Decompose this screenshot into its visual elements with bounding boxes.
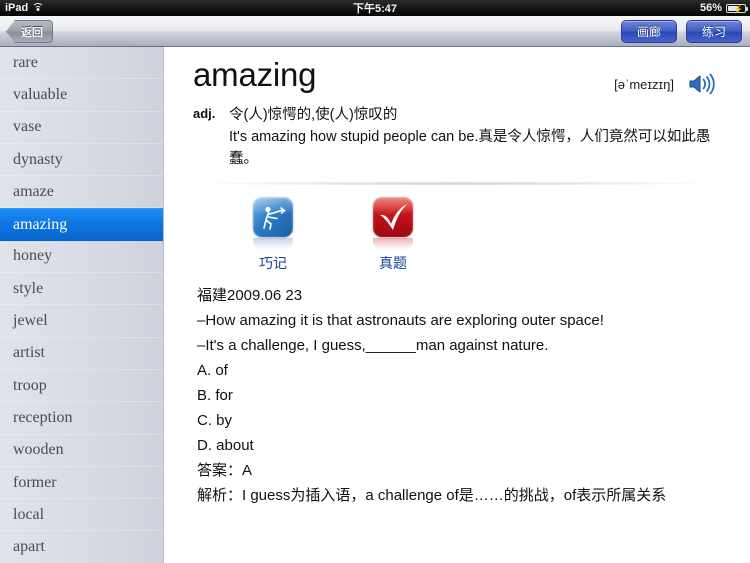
battery-charging-icon: ⚡ xyxy=(726,3,748,14)
status-bar-clock: 下午5:47 xyxy=(352,3,398,15)
battery-percent: 56% xyxy=(699,2,722,14)
sidebar-item-valuable[interactable]: valuable xyxy=(0,79,163,112)
status-bar: iPad 下午5:47 56% ⚡ xyxy=(0,0,750,16)
sidebar-item-label: amaze xyxy=(13,182,54,200)
icon-button-row: 巧记 真题 xyxy=(165,197,750,273)
sidebar-item-rare[interactable]: rare xyxy=(0,47,163,80)
definition-example: It's amazing how stupid people can be.真是… xyxy=(229,129,711,167)
sidebar-item-label: dynasty xyxy=(13,150,63,168)
sidebar-item-style[interactable]: style xyxy=(0,273,163,306)
sidebar-item-label: troop xyxy=(13,376,47,394)
sidebar-item-label: rare xyxy=(13,53,38,71)
back-button[interactable]: 返回 xyxy=(6,20,53,43)
sidebar-item-label: wooden xyxy=(13,441,64,459)
checkmark-icon xyxy=(373,197,413,237)
toolbar-actions: 画廊 练习 xyxy=(621,20,742,43)
sidebar-item-honey[interactable]: honey xyxy=(0,241,163,274)
phonetic-text: [əˈmeɪzɪŋ] xyxy=(614,77,674,92)
gallery-button-label: 画廊 xyxy=(636,25,661,39)
sidebar-item-wooden[interactable]: wooden xyxy=(0,435,163,467)
status-bar-right: 56% ⚡ xyxy=(699,2,748,14)
toolbar: 返回 画廊 练习 xyxy=(0,16,750,47)
word-list-sidebar[interactable]: rare valuable vase dynasty amaze amazing honey… xyxy=(0,47,164,563)
mnemonic-icon xyxy=(253,197,293,237)
sidebar-item-label: local xyxy=(13,505,45,523)
sidebar-item-label: former xyxy=(13,473,57,491)
sidebar-item-label: amazing xyxy=(13,215,68,233)
exam-dialogue-line: –It's a challenge, I guess,______man aga… xyxy=(197,337,549,354)
sidebar-item-jewel[interactable]: jewel xyxy=(0,305,163,338)
real-exam-button[interactable]: 真题 xyxy=(361,197,425,273)
mnemonic-button[interactable]: 巧记 xyxy=(241,197,305,273)
sidebar-item-amazing[interactable]: amazing xyxy=(0,208,163,241)
sidebar-item-amaze[interactable]: amaze xyxy=(0,176,163,209)
sidebar-item-local[interactable]: local xyxy=(0,499,163,532)
section-divider xyxy=(193,182,718,185)
sidebar-item-dynasty[interactable]: dynasty xyxy=(0,144,163,177)
sidebar-item-label: artist xyxy=(13,344,45,362)
exam-question-block: 福建2009.06 23 –How amazing it is that ast… xyxy=(197,283,718,508)
exam-option[interactable]: B. for xyxy=(197,383,718,408)
exam-option[interactable]: C. by xyxy=(197,408,718,433)
sidebar-item-troop[interactable]: troop xyxy=(0,370,163,403)
practice-button[interactable]: 练习 xyxy=(686,20,742,43)
app-root: iPad 下午5:47 56% ⚡ 返回 画廊 练习 rare valuable v… xyxy=(0,0,750,563)
mnemonic-icon-reflection xyxy=(253,238,293,250)
gallery-button[interactable]: 画廊 xyxy=(621,20,677,43)
mnemonic-label: 巧记 xyxy=(259,255,287,271)
sidebar-item-label: style xyxy=(13,279,44,297)
speaker-icon[interactable] xyxy=(688,73,716,95)
exam-answer: 答案：A xyxy=(197,462,253,479)
practice-button-label: 练习 xyxy=(701,25,726,39)
sidebar-item-former[interactable]: former xyxy=(0,467,163,500)
sidebar-item-label: jewel xyxy=(13,312,48,330)
sidebar-item-apart[interactable]: apart xyxy=(0,531,163,563)
entry-header: amazing [əˈmeɪzɪŋ] xyxy=(193,53,718,101)
sidebar-item-label: valuable xyxy=(13,85,68,103)
checkmark-icon-reflection xyxy=(373,238,413,250)
exam-option[interactable]: D. about xyxy=(197,433,718,458)
exam-explanation: 解析：I guess为插入语，a challenge of是……的挑战，of表示… xyxy=(197,487,667,504)
real-exam-label: 真题 xyxy=(379,255,407,271)
entry-panel: amazing [əˈmeɪzɪŋ] adj. 令(人)惊愕的,使(人)惊叹的 … xyxy=(165,47,750,563)
exam-source: 福建2009.06 23 xyxy=(197,287,303,304)
definition-chinese: 令(人)惊愕的,使(人)惊叹的 xyxy=(229,107,398,123)
sidebar-item-vase[interactable]: vase xyxy=(0,112,163,144)
part-of-speech: adj. xyxy=(193,106,216,121)
exam-dialogue-line: –How amazing it is that astronauts are e… xyxy=(197,312,604,329)
sidebar-item-artist[interactable]: artist xyxy=(0,338,163,370)
sidebar-item-label: reception xyxy=(13,408,73,426)
sidebar-item-label: apart xyxy=(13,538,45,556)
back-button-label: 返回 xyxy=(21,26,43,39)
exam-option[interactable]: A. of xyxy=(197,358,718,383)
sidebar-item-label: honey xyxy=(13,247,53,265)
sidebar-item-reception[interactable]: reception xyxy=(0,402,163,435)
definition-block: adj. 令(人)惊愕的,使(人)惊叹的 It's amazing how st… xyxy=(193,104,718,170)
definition-body: 令(人)惊愕的,使(人)惊叹的 It's amazing how stupid … xyxy=(229,104,718,170)
sidebar-item-label: vase xyxy=(13,118,42,136)
